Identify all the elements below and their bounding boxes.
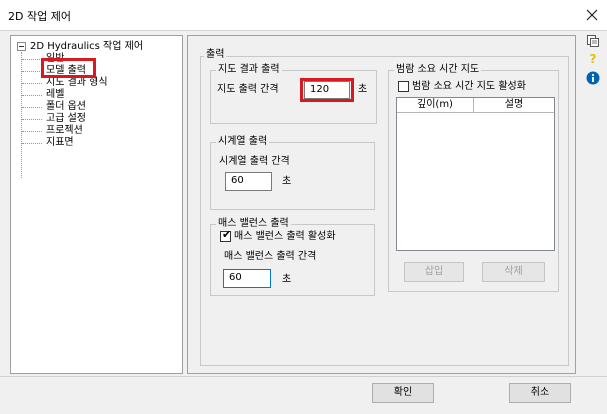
inundation-table[interactable]: 깊이(m) 설명 xyxy=(396,97,555,251)
title-divider xyxy=(0,30,607,31)
inundation-enable-label[interactable]: 범람 소요 시간 지도 활성화 xyxy=(412,81,526,93)
window-title: 2D 작업 제어 xyxy=(8,10,71,23)
mass-balance-interval-label: 매스 밸런스 출력 간격 xyxy=(224,251,317,262)
mass-balance-interval-input[interactable]: 60 xyxy=(223,269,271,288)
collapse-toggle[interactable] xyxy=(17,42,26,51)
help-icon: ? xyxy=(589,52,597,66)
title-bar xyxy=(0,0,607,30)
timeseries-interval-unit: 초 xyxy=(282,176,292,187)
selected-item-highlight xyxy=(41,58,96,78)
output-group-title: 출력 xyxy=(204,49,227,61)
inundation-title: 범람 소요 시간 지도 xyxy=(394,64,482,76)
mass-balance-checkbox[interactable]: ✔ xyxy=(220,228,232,242)
tree-item-surface[interactable]: 지표면 xyxy=(46,136,74,149)
info-button[interactable] xyxy=(584,69,602,87)
inundation-checkbox[interactable] xyxy=(398,81,409,92)
map-interval-label: 지도 출력 간격 xyxy=(217,84,279,95)
check-icon: ✔ xyxy=(222,228,232,241)
ok-button[interactable]: 확인 xyxy=(372,383,434,403)
help-button[interactable]: ? xyxy=(584,52,602,66)
footer-divider xyxy=(0,376,607,377)
copy-icon xyxy=(587,35,599,47)
settings-tree[interactable]: 2D Hydraulics 작업 제어 일반 모델 출력 지도 결과 형식 레벨… xyxy=(10,35,183,374)
info-icon xyxy=(586,71,600,85)
column-header-description[interactable]: 설명 xyxy=(474,98,554,113)
map-results-title: 지도 결과 출력 xyxy=(216,64,282,76)
column-header-depth[interactable]: 깊이(m) xyxy=(397,98,474,113)
close-icon xyxy=(586,9,598,21)
mass-balance-interval-unit: 초 xyxy=(282,274,292,285)
delete-button[interactable]: 삭제 xyxy=(482,262,545,282)
timeseries-interval-input[interactable]: 60 xyxy=(225,172,272,191)
timeseries-interval-label: 시계열 출력 간격 xyxy=(219,156,290,167)
cancel-button[interactable]: 취소 xyxy=(509,383,571,403)
timeseries-title: 시계열 출력 xyxy=(216,136,270,148)
insert-button[interactable]: 삽입 xyxy=(404,262,464,282)
copy-button[interactable] xyxy=(584,33,602,49)
mass-balance-enable-label[interactable]: 매스 밸런스 출력 활성화 xyxy=(234,231,336,243)
output-panel: 출력 지도 결과 출력 지도 출력 간격 120 초 시계열 출력 시계열 출력… xyxy=(187,35,576,374)
map-interval-highlight xyxy=(300,78,354,102)
map-interval-unit: 초 xyxy=(358,84,368,95)
close-button[interactable] xyxy=(582,5,602,25)
